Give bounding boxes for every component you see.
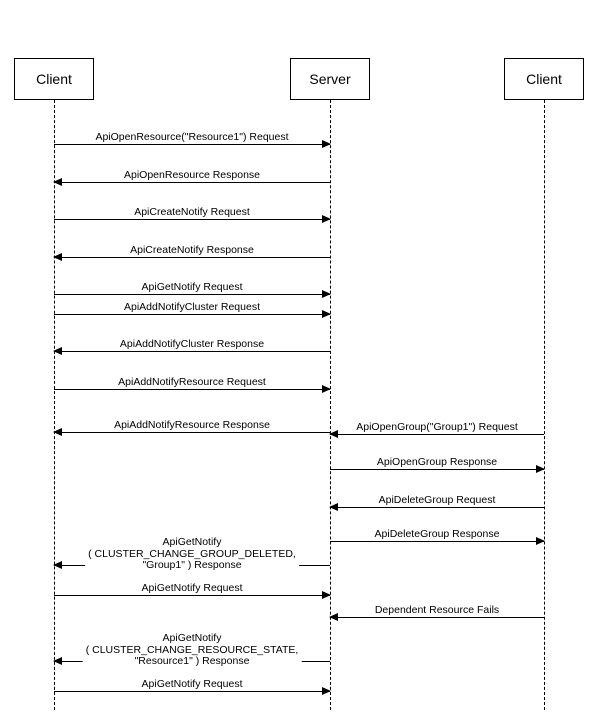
- msg-label: ApiAddNotifyCluster Response: [117, 339, 267, 351]
- msg-api-get-notify-request-3: ApiGetNotify Request: [54, 682, 330, 700]
- msg-label-line: ( CLUSTER_CHANGE_RESOURCE_STATE,: [86, 644, 299, 656]
- msg-api-create-notify-response: ApiCreateNotify Response: [54, 248, 330, 266]
- msg-label-line: "Resource1" ) Response: [135, 655, 250, 667]
- msg-dependent-resource-fails: Dependent Resource Fails: [330, 608, 544, 626]
- msg-label: ApiCreateNotify Request: [131, 207, 253, 219]
- msg-label-line: "Group1" ) Response: [142, 559, 241, 571]
- msg-label: Dependent Resource Fails: [372, 605, 502, 617]
- msg-label: ApiCreateNotify Response: [127, 245, 257, 257]
- msg-label: ApiGetNotify Request: [139, 679, 246, 691]
- participant-label: Server: [309, 71, 350, 87]
- msg-label-line: ApiGetNotify: [163, 536, 222, 548]
- msg-api-get-notify-group-deleted-response: ApiGetNotify ( CLUSTER_CHANGE_GROUP_DELE…: [54, 556, 330, 574]
- msg-api-open-resource-request: ApiOpenResource("Resource1") Request: [54, 135, 330, 153]
- msg-label: ApiDeleteGroup Response: [372, 529, 503, 541]
- msg-label: ApiAddNotifyCluster Request: [121, 302, 263, 314]
- participant-server: Server: [290, 58, 370, 100]
- msg-label: ApiOpenResource Response: [121, 170, 263, 182]
- msg-label: ApiAddNotifyResource Request: [115, 377, 269, 389]
- msg-api-add-notify-cluster-request: ApiAddNotifyCluster Request: [54, 305, 330, 323]
- msg-api-add-notify-resource-request: ApiAddNotifyResource Request: [54, 380, 330, 398]
- participant-label: Client: [526, 71, 562, 87]
- msg-api-create-notify-request: ApiCreateNotify Request: [54, 210, 330, 228]
- msg-label: ApiOpenGroup Response: [374, 457, 500, 469]
- msg-label-line: ( CLUSTER_CHANGE_GROUP_DELETED,: [88, 548, 296, 560]
- lifeline-client-right: [544, 100, 545, 710]
- msg-label: ApiGetNotify ( CLUSTER_CHANGE_GROUP_DELE…: [85, 537, 299, 572]
- msg-label: ApiGetNotify Request: [139, 583, 246, 595]
- msg-api-get-notify-request-1: ApiGetNotify Request: [54, 285, 330, 303]
- msg-api-delete-group-response: ApiDeleteGroup Response: [330, 532, 544, 550]
- msg-label: ApiOpenGroup("Group1") Request: [353, 422, 521, 434]
- msg-api-add-notify-cluster-response: ApiAddNotifyCluster Response: [54, 342, 330, 360]
- msg-label: ApiGetNotify Request: [139, 282, 246, 294]
- participant-client-left: Client: [14, 58, 94, 100]
- participant-label: Client: [36, 71, 72, 87]
- msg-api-open-group-response: ApiOpenGroup Response: [330, 460, 544, 478]
- msg-label: ApiOpenResource("Resource1") Request: [92, 132, 291, 144]
- msg-api-delete-group-request: ApiDeleteGroup Request: [330, 498, 544, 516]
- msg-api-open-group-request: ApiOpenGroup("Group1") Request: [330, 425, 544, 443]
- msg-label: ApiGetNotify ( CLUSTER_CHANGE_RESOURCE_S…: [83, 633, 302, 668]
- participant-client-right: Client: [504, 58, 584, 100]
- msg-label-line: ApiGetNotify: [163, 632, 222, 644]
- msg-api-get-notify-resource-state-response: ApiGetNotify ( CLUSTER_CHANGE_RESOURCE_S…: [54, 652, 330, 670]
- msg-api-add-notify-resource-response: ApiAddNotifyResource Response: [54, 423, 330, 441]
- msg-label: ApiAddNotifyResource Response: [111, 420, 273, 432]
- lifeline-client-left: [54, 100, 55, 710]
- msg-api-get-notify-request-2: ApiGetNotify Request: [54, 586, 330, 604]
- msg-api-open-resource-response: ApiOpenResource Response: [54, 173, 330, 191]
- msg-label: ApiDeleteGroup Request: [376, 495, 499, 507]
